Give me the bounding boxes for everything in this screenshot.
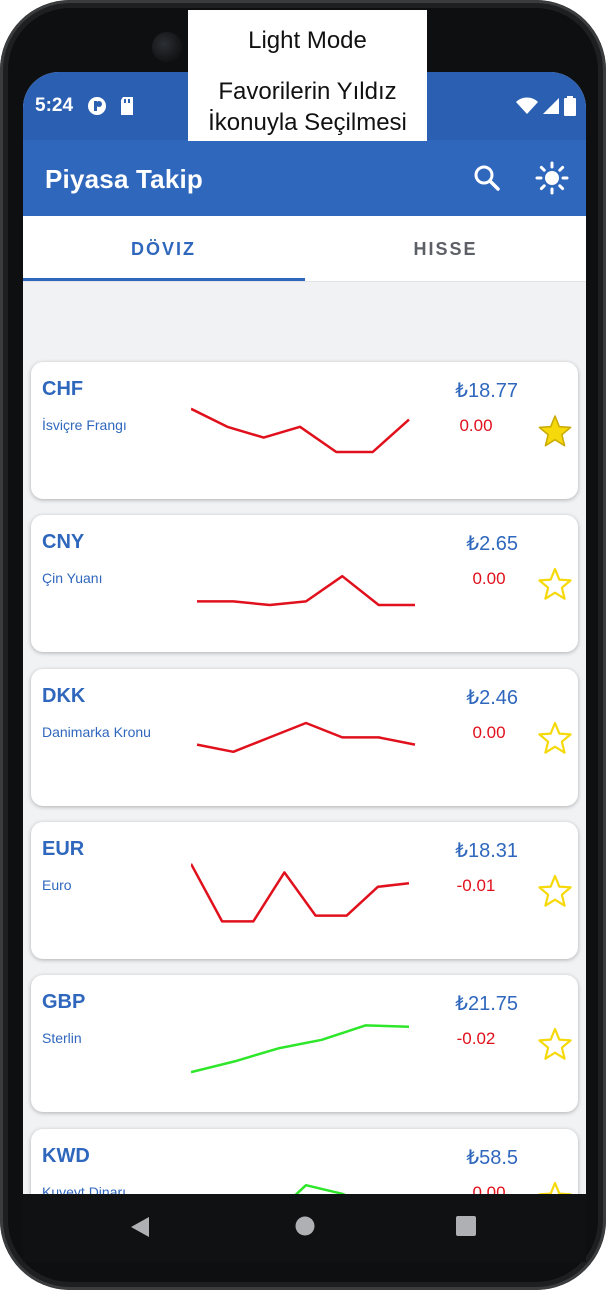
sparkline-path [294, 1183, 346, 1194]
currency-code: EUR [42, 838, 85, 860]
star-outline-icon[interactable] [537, 874, 573, 908]
status-time: 5:24 [35, 95, 74, 116]
sd-card-icon [119, 96, 135, 121]
sparkline-path [191, 407, 410, 454]
home-icon[interactable] [295, 1216, 315, 1241]
sparkline-chart [197, 574, 415, 607]
app-bar: Piyasa Takip [23, 140, 586, 216]
star-filled-icon[interactable] [537, 414, 573, 448]
sparkline-path [191, 863, 410, 923]
currency-price: ₺21.75 [455, 993, 518, 1015]
sparkline-chart [294, 1183, 346, 1194]
sparkline-path [197, 574, 415, 607]
recents-icon[interactable] [456, 1216, 476, 1241]
star-outline-icon[interactable] [537, 721, 573, 755]
currency-name: Euro [42, 877, 72, 893]
caption-overlay: Light Mode Favorilerin Yıldız İkonuyla S… [188, 10, 427, 141]
currency-name: Danimarka Kronu [42, 724, 151, 740]
currency-card-dkk[interactable]: DKK Danimarka Kronu ₺2.46 0.00 [31, 669, 578, 806]
signal-icon [542, 97, 560, 120]
caption-line-2a: Favorilerin Yıldız [218, 78, 397, 105]
currency-card-eur[interactable]: EUR Euro ₺18.31 -0.01 [31, 822, 578, 959]
tab-bar: DÖVIZ HISSE [23, 216, 586, 282]
star-outline-icon[interactable] [537, 1181, 573, 1194]
sparkline-chart [191, 863, 410, 923]
caption-line-2b: İkonuyla Seçilmesi [208, 109, 407, 136]
currency-card-chf[interactable]: CHF İsviçre Frangı ₺18.77 0.00 [31, 362, 578, 499]
currency-code: KWD [42, 1145, 90, 1167]
currency-change: 0.00 [459, 416, 493, 435]
battery-icon [564, 96, 576, 121]
sparkline-path [191, 1024, 410, 1074]
currency-code: GBP [42, 991, 86, 1013]
currency-change: 0.00 [472, 723, 506, 742]
sparkline-path [196, 721, 416, 754]
back-icon[interactable] [129, 1216, 151, 1243]
tab-doviz[interactable]: DÖVIZ [23, 216, 304, 282]
currency-code: DKK [42, 685, 86, 707]
currency-code: CHF [42, 378, 84, 400]
star-outline-icon[interactable] [537, 567, 573, 601]
currency-change: -0.01 [456, 876, 496, 895]
currency-change: 0.00 [472, 1183, 506, 1194]
currency-price: ₺2.65 [466, 533, 518, 555]
sparkline-chart [191, 407, 410, 454]
currency-name: İsviçre Frangı [42, 417, 127, 433]
caption-line-1: Light Mode [248, 27, 367, 54]
sparkline-chart [191, 1024, 410, 1074]
currency-price: ₺18.31 [455, 840, 518, 862]
sparkline-chart [196, 721, 416, 754]
currency-change: 0.00 [472, 569, 506, 588]
currency-name: Sterlin [42, 1030, 82, 1046]
currency-card-gbp[interactable]: GBP Sterlin ₺21.75 -0.02 [31, 975, 578, 1112]
wifi-icon [516, 97, 538, 120]
sun-icon[interactable] [534, 160, 570, 196]
currency-price: ₺2.46 [466, 687, 518, 709]
currency-name: Kuveyt Dinarı [42, 1184, 127, 1194]
caption-line-2: Favorilerin Yıldız İkonuyla Seçilmesi [188, 76, 427, 138]
app-title: Piyasa Takip [45, 164, 204, 194]
tab-hisse[interactable]: HISSE [305, 216, 586, 282]
currency-code: CNY [42, 531, 85, 553]
navigation-bar [23, 1194, 586, 1262]
search-icon[interactable] [469, 160, 505, 196]
front-camera [152, 32, 182, 62]
star-outline-icon[interactable] [537, 1027, 573, 1061]
currency-card-kwd[interactable]: KWD Kuveyt Dinarı ₺58.5 0.00 [31, 1129, 578, 1194]
currency-price: ₺58.5 [466, 1147, 518, 1169]
app-notification-icon [87, 96, 107, 121]
tab-indicator [23, 278, 305, 281]
currency-card-cny[interactable]: CNY Çin Yuanı ₺2.65 0.00 [31, 515, 578, 652]
currency-change: -0.02 [456, 1029, 496, 1048]
currency-name: Çin Yuanı [42, 570, 103, 586]
app-screen: 5:24 Piyasa Takip DÖVIZ HISSE CHF İsviçr… [23, 72, 586, 1194]
currency-price: ₺18.77 [455, 380, 518, 402]
